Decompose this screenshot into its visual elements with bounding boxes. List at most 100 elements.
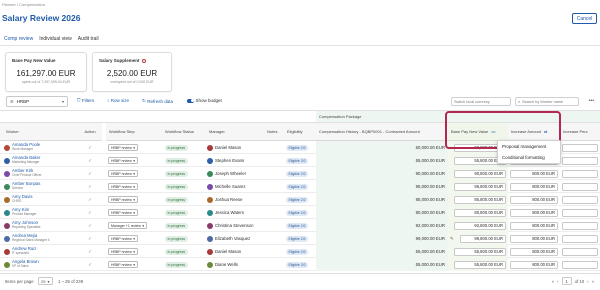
prev-page-icon[interactable]: ‹ xyxy=(557,279,558,284)
action-cell[interactable]: ✓ xyxy=(78,232,102,245)
filters-button[interactable]: ⛉ Filters xyxy=(77,98,94,103)
increase-amount-cell[interactable]: 800.00 EUR xyxy=(508,258,560,271)
increase-percent-cell[interactable] xyxy=(560,219,600,232)
worker-cell[interactable]: Amber Bonpas Director xyxy=(4,180,78,193)
increase-amount-input[interactable]: 800.00 EUR xyxy=(510,195,558,204)
approve-check-icon[interactable]: ✓ xyxy=(88,223,92,229)
notes-cell[interactable] xyxy=(264,258,284,271)
increase-percent-cell[interactable] xyxy=(560,154,600,167)
table-row[interactable]: Amber Bonpas Director ✓ HRBP review ▾ In prog… xyxy=(0,180,600,193)
base-pay-new-value-cell[interactable]: 55,800.00 EUR xyxy=(448,245,508,258)
workflow-step-select[interactable]: HRBP review ▾ xyxy=(108,144,139,151)
first-page-icon[interactable]: « xyxy=(552,279,554,284)
increase-percent-input[interactable] xyxy=(562,156,598,165)
increase-amount-input[interactable]: 800.00 EUR xyxy=(510,169,558,178)
notes-cell[interactable] xyxy=(264,154,284,167)
manager-name[interactable]: Joseph Wheeler xyxy=(215,171,246,176)
increase-percent-cell[interactable] xyxy=(560,180,600,193)
base-pay-new-value-cell[interactable]: 55,800.00 EUR xyxy=(448,258,508,271)
action-cell[interactable]: ✓ xyxy=(78,180,102,193)
base-pay-new-value-cell[interactable]: 80,800.00 EUR xyxy=(448,206,508,219)
cancel-button[interactable]: Cancel xyxy=(572,13,597,24)
col-header-worker[interactable]: Worker xyxy=(0,123,78,141)
increase-percent-cell[interactable] xyxy=(560,193,600,206)
base-pay-input[interactable]: 55,800.00 EUR xyxy=(454,260,506,269)
increase-amount-input[interactable]: 800.00 EUR xyxy=(510,221,558,230)
increase-amount-cell[interactable]: 800.00 EUR xyxy=(508,232,560,245)
worker-cell[interactable]: Amy Kim Product Manager xyxy=(4,206,78,219)
page-input[interactable]: 1 xyxy=(561,277,572,285)
increase-percent-input[interactable] xyxy=(562,169,598,178)
base-pay-input[interactable]: 92,800.00 EUR xyxy=(454,221,506,230)
increase-amount-cell[interactable]: 800.00 EUR xyxy=(508,193,560,206)
worker-cell[interactable]: Amanda Baker Marketing Manager xyxy=(4,154,78,167)
table-row[interactable]: Amy Kim Product Manager ✓ HRBP review ▾ In pr… xyxy=(0,206,600,219)
col-header-increase-amount[interactable]: Increase Amount ⇄ xyxy=(508,123,560,141)
currency-switch[interactable]: Switch local currency xyxy=(451,97,511,106)
manager-name[interactable]: Michelle Suarez xyxy=(215,184,246,189)
notes-cell[interactable] xyxy=(264,167,284,180)
col-header-action[interactable]: Action xyxy=(78,123,102,141)
worker-cell[interactable]: Amy Johnson Reporting Specialist xyxy=(4,219,78,232)
row-size-button[interactable]: ↕ Row size xyxy=(107,98,129,103)
manager-name[interactable]: Daniel Mason xyxy=(215,145,241,150)
increase-percent-cell[interactable] xyxy=(560,167,600,180)
show-budget-toggle[interactable]: Show budget xyxy=(187,98,222,103)
notes-cell[interactable] xyxy=(264,219,284,232)
approve-check-icon[interactable]: ✓ xyxy=(88,262,92,268)
workflow-step-select[interactable]: HRBP review ▾ xyxy=(108,209,139,216)
increase-percent-input[interactable] xyxy=(562,195,598,204)
increase-amount-cell[interactable]: 800.00 EUR xyxy=(508,245,560,258)
manager-name[interactable]: Christina Stevenson xyxy=(215,223,253,228)
base-pay-input[interactable]: 55,800.00 EUR xyxy=(454,247,506,256)
workflow-step-select[interactable]: HRBP review ▾ xyxy=(108,183,139,190)
worker-cell[interactable]: Amber Kirk Chief Product Officer xyxy=(4,167,78,180)
col-header-workflow-status[interactable]: Workflow Status xyxy=(162,123,206,141)
worker-cell[interactable]: Amy Davis CHRO xyxy=(4,193,78,206)
increase-amount-cell[interactable]: 800.00 EUR xyxy=(508,206,560,219)
col-header-notes[interactable]: Notes xyxy=(264,123,284,141)
worker-cell[interactable]: Amanda Poole Store Manager xyxy=(4,141,78,154)
base-pay-new-value-cell[interactable]: 95,800.00 EUR xyxy=(448,180,508,193)
workflow-step-select[interactable]: HRBP review ▾ xyxy=(108,170,139,177)
action-cell[interactable]: ✓ xyxy=(78,206,102,219)
manager-name[interactable]: Jessica Waters xyxy=(215,210,244,215)
increase-amount-input[interactable]: 800.00 EUR xyxy=(510,247,558,256)
increase-percent-cell[interactable] xyxy=(560,206,600,219)
table-row[interactable]: Amy Davis CHRO ✓ HRBP review ▾ In progress Jos… xyxy=(0,193,600,206)
col-header-eligibility[interactable]: Eligibility xyxy=(284,123,316,141)
action-cell[interactable]: ✓ xyxy=(78,193,102,206)
increase-percent-input[interactable] xyxy=(562,143,598,152)
last-page-icon[interactable]: » xyxy=(592,279,594,284)
increase-amount-input[interactable]: 800.00 EUR xyxy=(510,208,558,217)
col-header-workflow-step[interactable]: Workflow Step xyxy=(106,123,162,141)
notes-cell[interactable] xyxy=(264,245,284,258)
notes-cell[interactable] xyxy=(264,193,284,206)
table-row[interactable]: Andrea Mejia Regional Sales Manager 4 ✓ HRB… xyxy=(0,232,600,245)
edit-icon[interactable]: ✎ xyxy=(450,236,454,242)
action-cell[interactable]: ✓ xyxy=(78,154,102,167)
increase-percent-cell[interactable] xyxy=(560,245,600,258)
increase-percent-input[interactable] xyxy=(562,221,598,230)
group-select[interactable]: ☰ HRBP ▾ xyxy=(6,96,68,107)
next-page-icon[interactable]: › xyxy=(587,279,588,284)
increase-amount-cell[interactable]: 800.00 EUR xyxy=(508,219,560,232)
increase-percent-input[interactable] xyxy=(562,182,598,191)
action-cell[interactable]: ✓ xyxy=(78,141,102,154)
col-header-manager[interactable]: Manager xyxy=(206,123,264,141)
workflow-step-select[interactable]: HRBP review ▾ xyxy=(108,248,139,255)
col-header-increase-percent[interactable]: Increase Perc xyxy=(560,123,600,141)
table-row[interactable]: Amber Kirk Chief Product Officer ✓ HRBP rev… xyxy=(0,167,600,180)
notes-cell[interactable] xyxy=(264,232,284,245)
notes-cell[interactable] xyxy=(264,206,284,219)
worker-cell[interactable]: Andrew Ruiz IT specialist xyxy=(4,245,78,258)
notes-cell[interactable] xyxy=(264,180,284,193)
menu-item-conditional-formatting[interactable]: Conditional formatting xyxy=(498,152,560,163)
approve-check-icon[interactable]: ✓ xyxy=(88,210,92,216)
table-row[interactable]: Amy Johnson Reporting Specialist ✓ Manager … xyxy=(0,219,600,232)
increase-amount-input[interactable]: 800.00 EUR xyxy=(510,182,558,191)
menu-item-proposal-management[interactable]: Proposal management xyxy=(498,141,560,152)
approve-check-icon[interactable]: ✓ xyxy=(88,171,92,177)
manager-name[interactable]: Stephen Evans xyxy=(215,158,244,163)
table-row[interactable]: Angela Brown VP of Sales ✓ HRBP review ▾ In p… xyxy=(0,258,600,271)
